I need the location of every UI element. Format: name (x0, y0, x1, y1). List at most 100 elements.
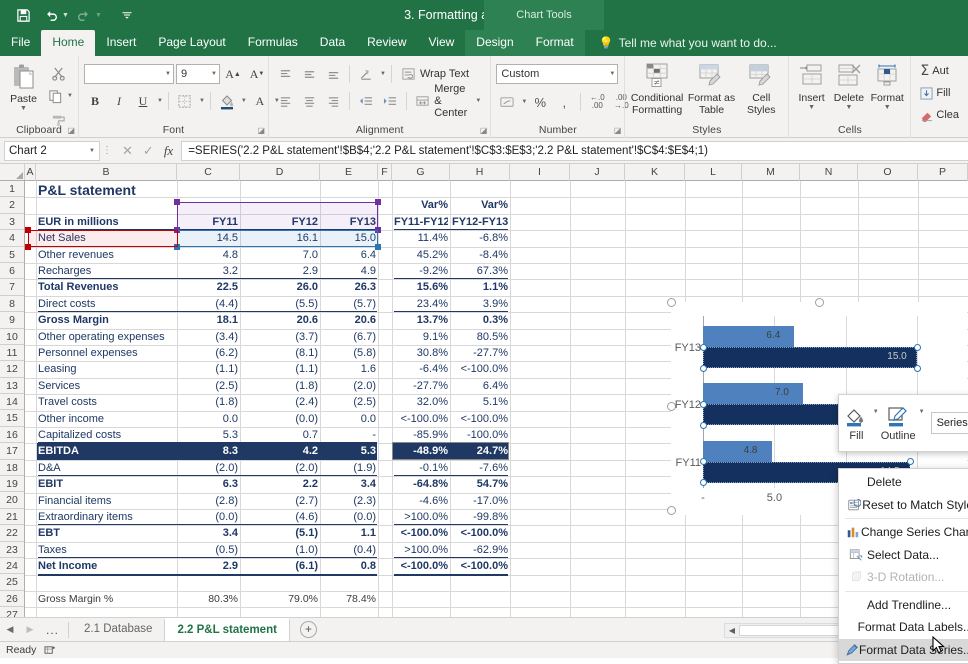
cell-G7[interactable]: 15.6% (394, 279, 448, 295)
cell-G19[interactable]: -64.8% (394, 476, 448, 492)
customize-qat-icon[interactable] (114, 4, 140, 26)
new-sheet-button[interactable]: + (299, 621, 317, 638)
cell-H18[interactable]: -7.6% (452, 460, 508, 476)
delete-cells-button[interactable]: Delete ▼ (831, 60, 867, 111)
cell-D5[interactable]: 7.0 (242, 247, 318, 263)
cell-D11[interactable]: (8.1) (242, 345, 318, 361)
row-header-26[interactable]: 26 (0, 591, 24, 608)
cell-E10[interactable]: (6.7) (322, 329, 376, 345)
chart-resize-handle[interactable] (667, 506, 676, 515)
cell-H7[interactable]: 1.1% (452, 279, 508, 295)
font-size-dropdown-icon[interactable]: ▼ (211, 71, 217, 77)
cell-G13[interactable]: -27.7% (394, 378, 448, 394)
increase-decimal-icon[interactable]: ←.0.00 (586, 91, 608, 113)
number-format-dropdown-icon[interactable]: ▼ (609, 71, 615, 77)
cell-B13[interactable]: Services (38, 378, 175, 394)
cell-C9[interactable]: 18.1 (179, 312, 238, 328)
column-header-N[interactable]: N (800, 164, 858, 181)
cell-H21[interactable]: -99.8% (452, 509, 508, 525)
cell-G18[interactable]: -0.1% (394, 460, 448, 476)
context-menu-item-add-trendline[interactable]: Add Trendline... (839, 594, 968, 617)
cell-B5[interactable]: Other revenues (38, 247, 175, 263)
cell-G23[interactable]: >100.0% (394, 542, 448, 558)
row-header-21[interactable]: 21 (0, 509, 24, 526)
formula-input[interactable]: =SERIES('2.2 P&L statement'!$B$4;'2.2 P&… (181, 140, 968, 161)
row-header-14[interactable]: 14 (0, 394, 24, 411)
cancel-formula-icon[interactable]: ✕ (122, 143, 133, 159)
cell-D8[interactable]: (5.5) (242, 296, 318, 312)
cell-H8[interactable]: 3.9% (452, 296, 508, 312)
row-header-11[interactable]: 11 (0, 345, 24, 362)
copy-icon[interactable] (44, 85, 66, 107)
chart-category-label-FY11[interactable]: FY11 (671, 457, 701, 469)
series-selection-handle[interactable] (913, 364, 921, 372)
decrease-indent-icon[interactable] (355, 90, 377, 112)
cell-E6[interactable]: 4.9 (322, 263, 376, 279)
cell-C12[interactable]: (1.1) (179, 361, 238, 377)
number-format-select[interactable]: Custom ▼ (496, 64, 619, 84)
cell-E24[interactable]: 0.8 (322, 558, 376, 574)
cell-E20[interactable]: (2.3) (322, 493, 376, 509)
borders-dropdown-icon[interactable]: ▼ (199, 98, 205, 104)
cell-B6[interactable]: Recharges (38, 263, 175, 279)
data-label-other-revenues-FY13[interactable]: 6.4 (766, 330, 780, 341)
sheet-tab-2-2-pl-statement[interactable]: 2.2 P&L statement (164, 617, 290, 642)
align-bottom-icon[interactable] (322, 63, 344, 85)
cell-B7[interactable]: Total Revenues (38, 279, 175, 295)
cell-C20[interactable]: (2.8) (179, 493, 238, 509)
percent-style-button[interactable]: % (529, 91, 551, 113)
cell-D10[interactable]: (3.7) (242, 329, 318, 345)
undo-icon[interactable] (38, 4, 64, 26)
series-selection-handle[interactable] (699, 364, 707, 372)
sheet-overflow-icon[interactable]: ... (40, 623, 65, 637)
align-center-icon[interactable] (298, 90, 320, 112)
cell-G20[interactable]: -4.6% (394, 493, 448, 509)
cell-G14[interactable]: 32.0% (394, 394, 448, 410)
scroll-left-icon[interactable]: ◀ (725, 626, 739, 635)
insert-dropdown-icon[interactable]: ▼ (808, 104, 815, 111)
cell-D18[interactable]: (2.0) (242, 460, 318, 476)
tab-page-layout[interactable]: Page Layout (147, 30, 236, 56)
range-handle[interactable] (25, 227, 31, 234)
data-label-other-revenues-FY11[interactable]: 4.8 (744, 445, 758, 456)
cell-D26[interactable]: 79.0% (242, 591, 318, 607)
cell-E26[interactable]: 78.4% (322, 591, 376, 607)
orientation-icon[interactable] (355, 63, 377, 85)
outline-mini-dropdown-icon[interactable]: ▼ (919, 409, 925, 415)
cell-C10[interactable]: (3.4) (179, 329, 238, 345)
decrease-font-size-icon[interactable]: A ▼ (246, 63, 268, 85)
data-label-other-revenues-FY12[interactable]: 7.0 (775, 387, 789, 398)
range-handle[interactable] (375, 243, 381, 250)
cell-B9[interactable]: Gross Margin (38, 312, 175, 328)
row-header-17[interactable]: 17 (0, 443, 24, 460)
cut-icon[interactable] (44, 62, 73, 84)
format-as-table-button[interactable]: Format as Table (688, 60, 735, 116)
cell-E23[interactable]: (0.4) (322, 542, 376, 558)
fill-mini-button[interactable]: Fill (843, 404, 870, 442)
copy-dropdown-icon[interactable]: ▼ (67, 93, 73, 99)
cell-B17[interactable]: EBITDA (38, 443, 175, 459)
bar-other-revenues-FY11[interactable] (703, 440, 772, 462)
cell-B22[interactable]: EBT (38, 525, 175, 541)
insert-function-icon[interactable]: fx (164, 143, 173, 159)
cell-G5[interactable]: 45.2% (394, 247, 448, 263)
insert-cells-button[interactable]: Insert ▼ (794, 60, 828, 111)
row-header-18[interactable]: 18 (0, 460, 24, 477)
tab-chart-format[interactable]: Format (524, 30, 585, 56)
row-header-25[interactable]: 25 (0, 574, 24, 591)
redo-dropdown-icon[interactable]: ▼ (95, 12, 102, 19)
row-header-23[interactable]: 23 (0, 542, 24, 558)
cell-G6[interactable]: -9.2% (394, 263, 448, 279)
cell-H14[interactable]: 5.1% (452, 394, 508, 410)
context-menu-item-delete[interactable]: Delete (839, 471, 968, 494)
save-icon[interactable] (10, 4, 36, 26)
cell-B26[interactable]: Gross Margin % (38, 591, 175, 607)
cell-H17[interactable]: 24.7% (452, 443, 508, 459)
underline-dropdown-icon[interactable]: ▼ (157, 98, 163, 104)
select-all-button[interactable] (0, 164, 25, 180)
tab-insert[interactable]: Insert (95, 30, 147, 56)
chart-x-tick-label[interactable]: 5.0 (754, 492, 794, 504)
font-dialog-launcher[interactable]: ◪ (257, 126, 265, 135)
outline-mini-button[interactable]: Outline (881, 404, 916, 442)
cell-D9[interactable]: 20.6 (242, 312, 318, 328)
